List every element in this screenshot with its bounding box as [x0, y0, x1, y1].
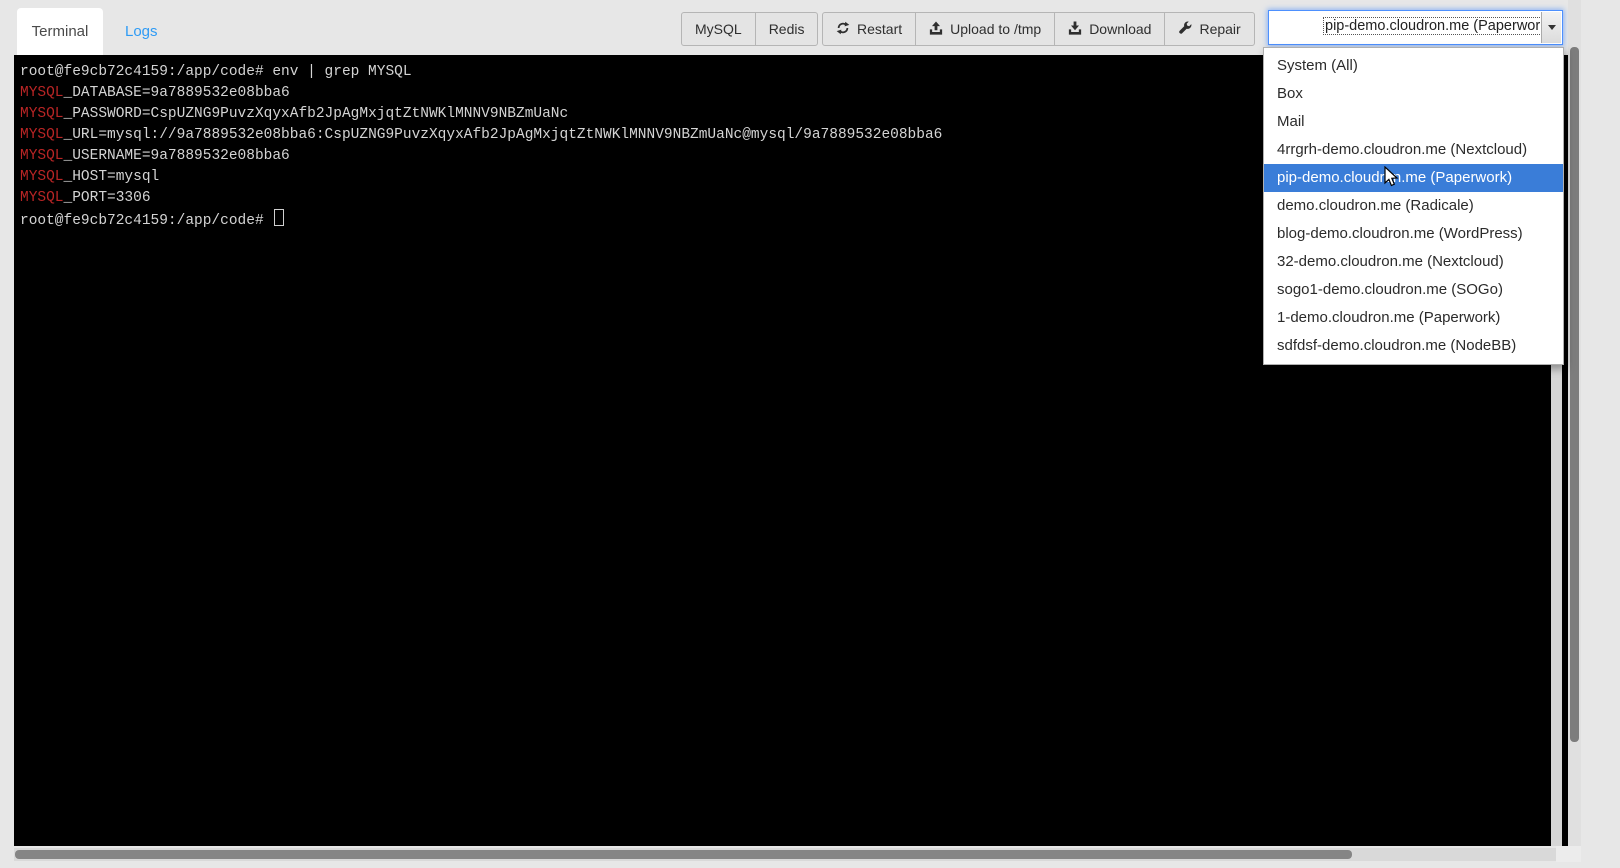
- download-icon: [1068, 21, 1082, 38]
- tab-logs-label: Logs: [125, 23, 158, 40]
- select-arrow-button[interactable]: [1541, 12, 1561, 43]
- redis-button[interactable]: Redis: [755, 12, 819, 46]
- dropdown-option[interactable]: Mail: [1264, 108, 1563, 136]
- dropdown-option[interactable]: blog-demo.cloudron.me (WordPress): [1264, 220, 1563, 248]
- dropdown-option[interactable]: 4rrgrh-demo.cloudron.me (Nextcloud): [1264, 136, 1563, 164]
- mysql-button[interactable]: MySQL: [681, 12, 756, 46]
- repair-button[interactable]: Repair: [1164, 12, 1254, 46]
- dropdown-option[interactable]: System (All): [1264, 52, 1563, 80]
- repair-button-label: Repair: [1199, 21, 1240, 37]
- restart-button[interactable]: Restart: [822, 12, 916, 46]
- restart-icon: [836, 21, 850, 38]
- dropdown-option[interactable]: pip-demo.cloudron.me (Paperwork): [1264, 164, 1563, 192]
- tab-terminal[interactable]: Terminal: [17, 8, 103, 55]
- download-button-label: Download: [1089, 21, 1151, 37]
- upload-button[interactable]: Upload to /tmp: [915, 12, 1055, 46]
- dropdown-option[interactable]: 1-demo.cloudron.me (Paperwork): [1264, 304, 1563, 332]
- tab-logs[interactable]: Logs: [103, 8, 180, 55]
- upload-icon: [929, 21, 943, 38]
- horizontal-scrollbar-track[interactable]: [14, 848, 1556, 861]
- app-select[interactable]: pip-demo.cloudron.me (Paperwork: [1268, 10, 1563, 45]
- download-button[interactable]: Download: [1054, 12, 1165, 46]
- dropdown-option[interactable]: Box: [1264, 80, 1563, 108]
- tab-terminal-label: Terminal: [32, 23, 89, 40]
- repair-icon: [1178, 21, 1192, 38]
- mysql-button-label: MySQL: [695, 21, 742, 37]
- dropdown-option[interactable]: sdfdsf-demo.cloudron.me (NodeBB): [1264, 332, 1563, 360]
- dropdown-option[interactable]: 32-demo.cloudron.me (Nextcloud): [1264, 248, 1563, 276]
- restart-button-label: Restart: [857, 21, 902, 37]
- vertical-scrollbar-thumb[interactable]: [1570, 47, 1579, 742]
- app-dropdown-list: System (All)BoxMail4rrgrh-demo.cloudron.…: [1263, 47, 1564, 365]
- terminal-cursor: [274, 209, 284, 226]
- horizontal-scrollbar-thumb[interactable]: [15, 850, 1352, 859]
- dropdown-option[interactable]: sogo1-demo.cloudron.me (SOGo): [1264, 276, 1563, 304]
- dropdown-option[interactable]: demo.cloudron.me (Radicale): [1264, 192, 1563, 220]
- upload-button-label: Upload to /tmp: [950, 21, 1041, 37]
- chevron-down-icon: [1548, 25, 1556, 30]
- redis-button-label: Redis: [769, 21, 805, 37]
- app-select-value: pip-demo.cloudron.me (Paperwork: [1324, 18, 1541, 34]
- database-button-group: MySQL Redis: [681, 12, 818, 46]
- scrollbar-corner: [1556, 846, 1581, 862]
- vertical-scrollbar-track[interactable]: [1568, 0, 1581, 846]
- action-button-group: Restart Upload to /tmp Download Repair: [822, 12, 1255, 46]
